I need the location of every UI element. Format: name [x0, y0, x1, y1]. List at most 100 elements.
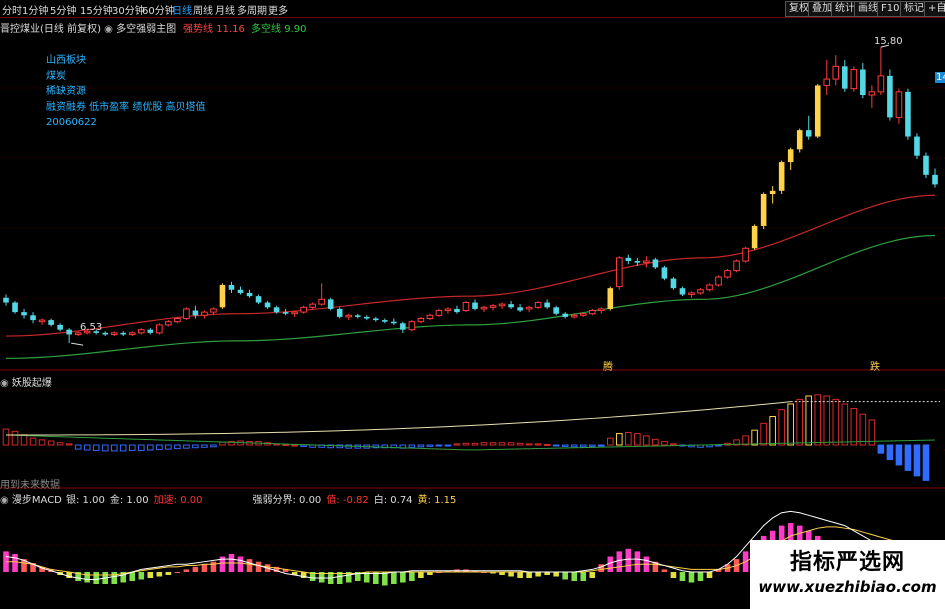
candle-body	[508, 304, 514, 308]
candle-body	[932, 174, 938, 185]
candle-body	[426, 314, 434, 319]
ma-fast-line	[5, 194, 936, 337]
osc-bar	[417, 444, 425, 448]
macd-bar	[84, 572, 90, 583]
panel2-title: 妖股起爆	[11, 378, 52, 389]
osc-bar	[83, 444, 91, 451]
osc-bar	[183, 444, 190, 449]
indicator-icon: ◉	[104, 24, 117, 35]
candle-body	[616, 257, 623, 288]
candle-body	[66, 329, 72, 335]
macd-bar	[625, 548, 632, 572]
candle-body	[923, 155, 929, 175]
candle-body	[887, 75, 893, 118]
panel3-title: 漫步MACD	[11, 495, 62, 506]
macd-bar	[165, 572, 172, 575]
candle-body	[120, 332, 127, 335]
candle-body	[472, 302, 478, 309]
watermark-url: www.xuezhibiao.com	[758, 578, 937, 596]
osc-bar	[291, 444, 298, 447]
candle-body	[300, 306, 307, 313]
osc-bar	[444, 444, 452, 447]
macd-item-3: 强弱分界: 0.00	[252, 495, 322, 506]
osc-bar	[219, 441, 226, 446]
osc-bar	[634, 433, 641, 446]
osc-bar	[895, 444, 903, 466]
macd-bar	[418, 572, 424, 578]
macd-bar	[147, 572, 154, 578]
candle-body	[688, 292, 695, 296]
macd-bar	[201, 564, 208, 572]
macd-bar	[553, 572, 559, 577]
candle-body	[219, 284, 226, 308]
osc-bar	[498, 442, 506, 446]
macd-bar	[409, 572, 415, 581]
osc-bar	[652, 438, 659, 446]
candle-body	[327, 299, 334, 309]
macd-item-2: 加速: 0.00	[153, 495, 203, 506]
candle-body	[570, 314, 578, 318]
osc-bar	[552, 444, 560, 447]
osc-bar	[643, 435, 650, 446]
indicator-icon: ◉	[0, 495, 12, 506]
macd-item-5: 白: 0.74	[373, 495, 413, 506]
candle-body	[742, 247, 749, 262]
candle-body	[842, 66, 848, 89]
macd-bar	[246, 559, 253, 572]
osc-bar	[525, 443, 533, 446]
osc-bar	[20, 434, 28, 446]
high-price-label: 15.80	[874, 36, 903, 47]
candle-body	[733, 260, 740, 272]
candle-body	[237, 289, 244, 293]
candle-body	[534, 302, 542, 308]
candle-body	[607, 288, 614, 309]
macd-item-0: 银: 1.00	[66, 495, 105, 506]
panel3-title-row: ◉ 漫步MACD	[0, 491, 62, 506]
osc-bar	[616, 433, 623, 446]
macd-bar	[255, 561, 262, 572]
macd-bar	[598, 564, 605, 572]
candle-body	[517, 307, 523, 311]
candle-body	[128, 332, 136, 335]
candle-body	[444, 308, 452, 312]
candle-body	[868, 91, 876, 96]
macd-bar	[93, 572, 99, 584]
candle-body	[110, 332, 118, 335]
osc-bar	[65, 443, 73, 446]
ma1-name: 强势线	[183, 24, 213, 35]
candle-body	[354, 315, 361, 317]
signal-marker-rise: 腾	[603, 362, 613, 373]
candle-body	[634, 261, 641, 263]
candle-body	[706, 284, 713, 291]
candle-body	[246, 292, 253, 297]
stock-info: 山西板块 煤炭 稀缺资源 融资融券 低市盈率 绩优股 高贝塔值 20060622	[46, 53, 206, 131]
candle-body	[408, 321, 416, 331]
candle-body	[814, 85, 821, 137]
candle-body	[3, 297, 9, 303]
macd-bar	[508, 572, 514, 577]
osc-bar	[300, 444, 307, 447]
osc-bar	[489, 442, 497, 446]
osc-bar	[805, 395, 813, 446]
panel2-title-row: ◉ 妖股起爆	[0, 374, 52, 389]
macd-bar	[697, 572, 704, 581]
indicator-icon: ◉	[0, 378, 12, 389]
candle-body	[345, 314, 353, 318]
osc-bar	[841, 403, 849, 446]
osc-bar	[886, 444, 894, 461]
candle-body	[435, 310, 443, 316]
osc-bar	[661, 441, 668, 446]
low-pointer	[71, 342, 84, 346]
candle-body	[489, 305, 497, 308]
osc-bar	[156, 444, 163, 451]
stock-title: 晋控煤业(日线 前复权)	[0, 24, 101, 35]
future-data-note: 用到未来数据	[0, 480, 60, 491]
osc-bar	[119, 444, 127, 452]
candle-body	[102, 332, 109, 335]
osc-bar	[453, 443, 461, 446]
osc-bar	[814, 394, 822, 446]
info-line-1: 煤炭	[46, 70, 66, 82]
candle-body	[652, 259, 659, 268]
osc-bar	[823, 395, 831, 446]
osc-bar	[192, 444, 199, 449]
